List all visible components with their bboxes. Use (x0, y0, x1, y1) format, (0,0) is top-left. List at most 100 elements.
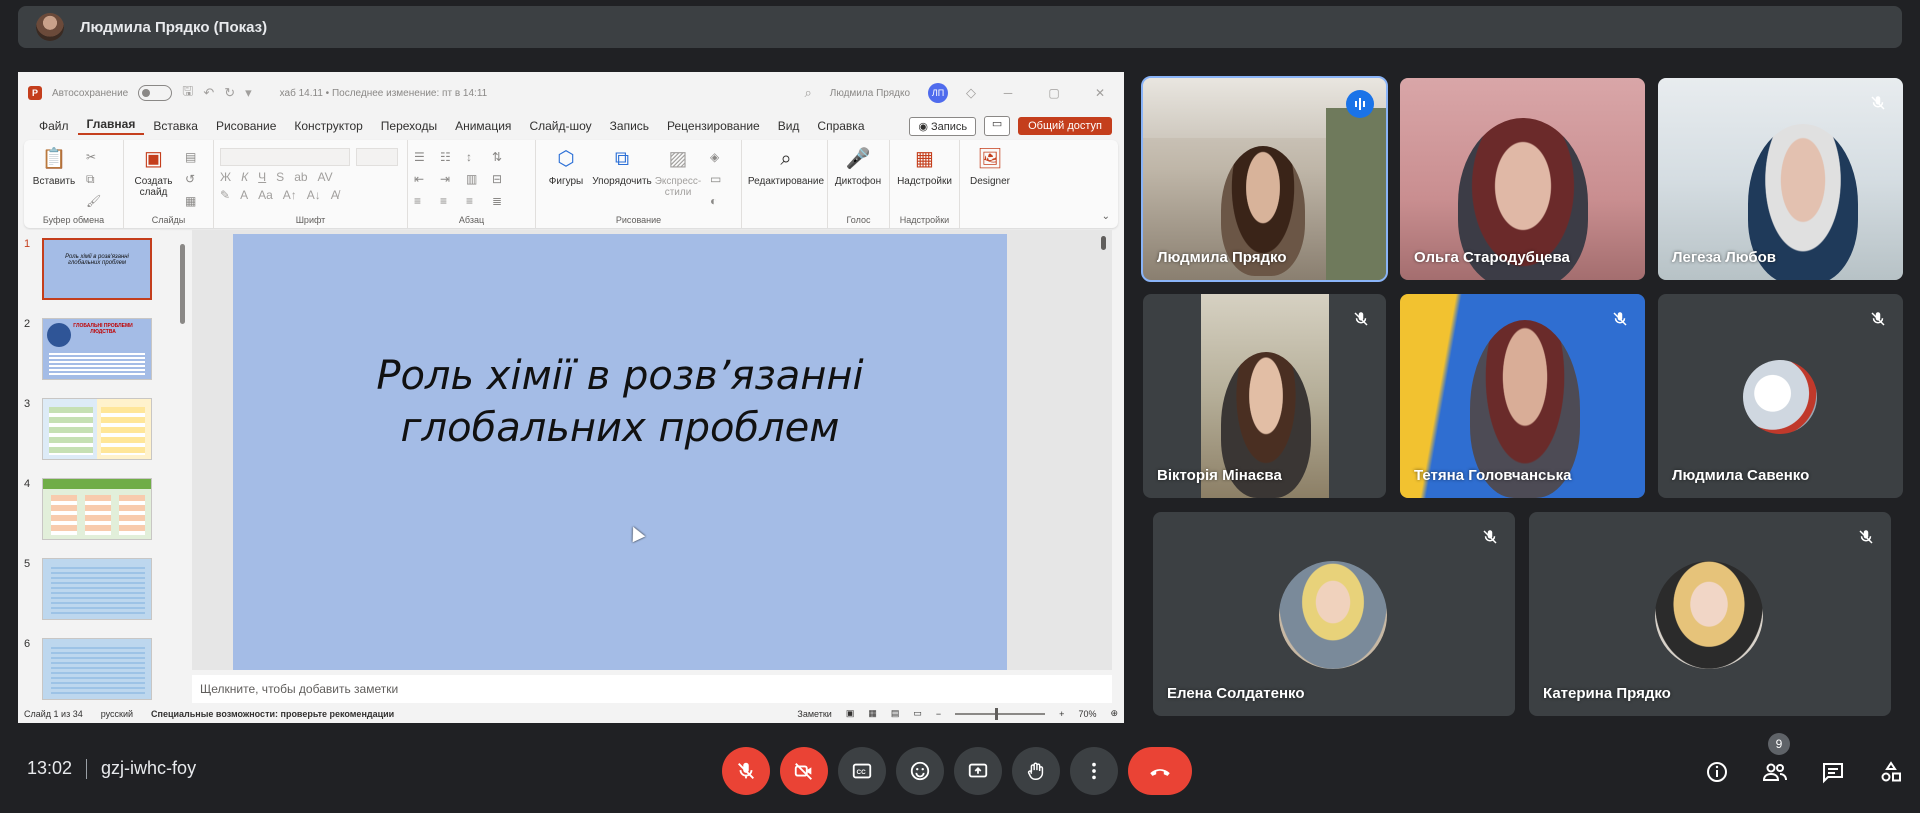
align-left-icon[interactable]: ≡ (414, 194, 440, 208)
menu-animations[interactable]: Анимация (446, 119, 520, 133)
user-avatar[interactable]: ЛП (928, 83, 948, 103)
premium-diamond-icon[interactable]: ◇ (966, 85, 976, 101)
thumbnail-item[interactable]: 4 (24, 478, 154, 542)
menu-record[interactable]: Запись (601, 119, 658, 133)
close-icon[interactable]: ✕ (1086, 86, 1114, 100)
save-icon[interactable]: 🖫 (182, 82, 193, 104)
activities-button[interactable] (1876, 757, 1906, 787)
participant-tile[interactable]: Ольга Стародубцева (1400, 78, 1645, 280)
participant-tile[interactable]: Людмила Прядко (1141, 76, 1388, 282)
text-direction-icon[interactable]: ⇅ (492, 150, 518, 164)
shrink-font-icon[interactable]: A↓ (307, 188, 321, 202)
raise-hand-button[interactable] (1012, 747, 1060, 795)
redo-icon[interactable]: ↻ (224, 85, 235, 101)
line-spacing-icon[interactable]: ↕ (466, 150, 492, 164)
menu-transitions[interactable]: Переходы (372, 119, 446, 133)
change-case-icon[interactable]: Aa (258, 188, 273, 202)
menu-draw[interactable]: Рисование (207, 119, 285, 133)
participant-tile[interactable]: Людмила Савенко (1658, 294, 1903, 498)
align-text-icon[interactable]: ⊟ (492, 172, 518, 186)
menu-home[interactable]: Главная (77, 117, 145, 135)
menu-help[interactable]: Справка (808, 119, 873, 133)
slideshow-view-icon[interactable]: ▭ (913, 708, 922, 719)
highlight-icon[interactable]: ✎ (220, 188, 230, 202)
italic-icon[interactable]: К (241, 170, 248, 184)
char-spacing-icon[interactable]: AV (318, 170, 333, 184)
shape-effects-icon[interactable]: ◐ (710, 194, 732, 208)
zoom-out-icon[interactable]: − (936, 709, 941, 719)
strikethrough-icon[interactable]: S (276, 170, 284, 184)
maximize-icon[interactable]: ▢ (1040, 86, 1068, 100)
slide-scrollbar[interactable] (1101, 236, 1106, 250)
minimize-icon[interactable]: ─ (994, 86, 1022, 100)
reactions-button[interactable] (896, 747, 944, 795)
ribbon-collapse-icon[interactable]: ⌄ (1102, 211, 1110, 222)
participant-tile[interactable]: Тетяна Головчанська (1400, 294, 1645, 498)
decrease-indent-icon[interactable]: ⇤ (414, 172, 440, 186)
layout-icon[interactable]: ▤ (185, 150, 207, 164)
menu-insert[interactable]: Вставка (144, 119, 207, 133)
zoom-slider[interactable] (955, 707, 1046, 720)
section-icon[interactable]: ▦ (185, 194, 207, 208)
zoom-level[interactable]: 70% (1078, 709, 1096, 719)
current-slide[interactable]: Роль хімії в розв’язанні глобальних проб… (233, 234, 1007, 670)
align-center-icon[interactable]: ≡ (440, 194, 466, 208)
underline-icon[interactable]: Ч (258, 170, 266, 184)
captions-button[interactable]: CC (838, 747, 886, 795)
thumbnail-item[interactable]: 1 Роль хімії в розв'язанні глобальних пр… (24, 238, 154, 302)
participant-tile[interactable]: Вікторія Мінаєва (1143, 294, 1386, 498)
thumbnail-item[interactable]: 3 (24, 398, 154, 462)
font-size-field[interactable] (356, 148, 398, 166)
clear-format-icon[interactable]: A̸ (331, 188, 339, 202)
autosave-toggle[interactable] (138, 85, 173, 101)
search-icon[interactable]: ⌕ (804, 85, 811, 101)
designer-button[interactable]: 🖼 Designer (966, 146, 1014, 228)
bullets-icon[interactable]: ☰ (414, 150, 440, 164)
meeting-details-button[interactable] (1702, 757, 1732, 787)
comments-button[interactable]: ▭ (984, 116, 1011, 136)
record-button[interactable]: Запись (909, 116, 977, 136)
notes-pane[interactable]: Щелкните, чтобы добавить заметки (192, 675, 1112, 703)
zoom-in-icon[interactable]: + (1059, 709, 1064, 719)
copy-icon[interactable]: ⧉ (86, 172, 108, 187)
editing-button[interactable]: ⌕ Редактирование (748, 146, 824, 228)
increase-indent-icon[interactable]: ⇥ (440, 172, 466, 186)
menu-review[interactable]: Рецензирование (658, 119, 769, 133)
thumbnail-item[interactable]: 5 (24, 558, 154, 622)
shape-outline-icon[interactable]: ▭ (710, 172, 732, 186)
reading-view-icon[interactable]: ▤ (891, 708, 900, 719)
justify-icon[interactable]: ≣ (492, 194, 518, 208)
normal-view-icon[interactable]: ▣ (846, 708, 855, 719)
document-info[interactable]: хаб 14.11 • Последнее изменение: пт в 14… (280, 88, 488, 99)
thumbnail-item[interactable]: 6 (24, 638, 154, 702)
numbering-icon[interactable]: ☷ (440, 150, 466, 164)
bold-icon[interactable]: Ж (220, 170, 231, 184)
font-family-field[interactable] (220, 148, 350, 166)
undo-icon[interactable]: ↶ (203, 85, 214, 101)
menu-design[interactable]: Конструктор (285, 119, 371, 133)
thumbnail-item[interactable]: 2 ГЛОБАЛЬНІ ПРОБЛЕМИ ЛЮДСТВА (24, 318, 154, 382)
font-color-icon[interactable]: A (240, 188, 248, 202)
thumbnails-scrollbar[interactable] (180, 244, 185, 324)
more-options-button[interactable] (1070, 747, 1118, 795)
shape-fill-icon[interactable]: ◈ (710, 150, 732, 164)
menu-file[interactable]: Файл (30, 119, 78, 133)
meeting-code[interactable]: gzj-iwhc-foy (101, 758, 196, 779)
shadow-icon[interactable]: ab (294, 170, 307, 184)
chat-button[interactable] (1818, 757, 1848, 787)
participant-tile[interactable]: Легеза Любов (1658, 78, 1903, 280)
slide-sorter-icon[interactable]: ▦ (868, 708, 877, 719)
accessibility-status[interactable]: Специальные возможности: проверьте реком… (151, 709, 394, 719)
reset-icon[interactable]: ↺ (185, 172, 207, 186)
camera-toggle-button[interactable] (780, 747, 828, 795)
present-screen-button[interactable] (954, 747, 1002, 795)
microphone-toggle-button[interactable] (722, 747, 770, 795)
grow-font-icon[interactable]: A↑ (283, 188, 297, 202)
language-indicator[interactable]: русский (101, 709, 133, 719)
columns-icon[interactable]: ▥ (466, 172, 492, 186)
share-button[interactable]: Общий доступ (1018, 117, 1112, 135)
customize-qat-icon[interactable]: ▾ (245, 85, 252, 101)
align-right-icon[interactable]: ≡ (466, 194, 492, 208)
menu-slideshow[interactable]: Слайд-шоу (520, 119, 600, 133)
cut-icon[interactable]: ✂ (86, 150, 108, 164)
